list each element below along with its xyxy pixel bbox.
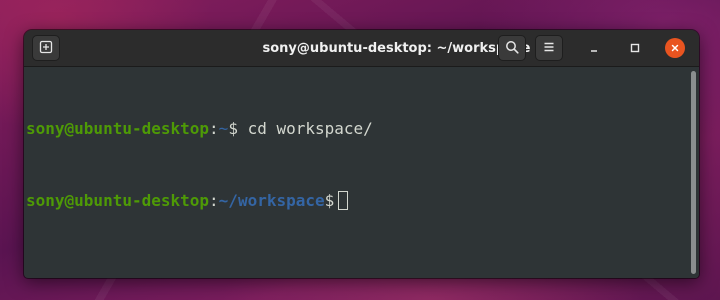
new-tab-button[interactable] (32, 35, 60, 61)
scrollbar-thumb[interactable] (691, 71, 696, 274)
prompt-symbol: $ (228, 119, 238, 138)
minimize-button[interactable] (584, 38, 604, 58)
minimize-icon (588, 39, 600, 58)
terminal-line: sony@ubuntu-desktop:~$ cd workspace/ (26, 117, 689, 141)
hamburger-menu-icon (542, 39, 556, 58)
search-icon (505, 39, 519, 58)
command-text: cd workspace/ (237, 119, 373, 138)
maximize-icon (629, 39, 641, 58)
terminal-output[interactable]: sony@ubuntu-desktop:~$ cd workspace/ son… (24, 67, 689, 278)
terminal-window: sony@ubuntu-desktop: ~/workspace sony@ub… (24, 30, 699, 278)
prompt-symbol: $ (324, 191, 335, 210)
prompt-path: ~ (218, 119, 229, 138)
title-bar[interactable]: sony@ubuntu-desktop: ~/workspace (24, 30, 699, 67)
prompt-colon: : (209, 119, 219, 138)
text-cursor (338, 191, 349, 210)
prompt-user-host: sony@ubuntu-desktop (26, 191, 210, 210)
close-icon (669, 39, 681, 58)
terminal-line: sony@ubuntu-desktop:~/workspace$ (26, 189, 689, 213)
new-tab-icon (39, 39, 53, 58)
prompt-user-host: sony@ubuntu-desktop (26, 119, 210, 138)
menu-button[interactable] (535, 35, 563, 61)
scrollbar[interactable] (687, 67, 699, 278)
maximize-button[interactable] (625, 38, 645, 58)
close-button[interactable] (665, 38, 685, 58)
prompt-colon: : (209, 191, 219, 210)
prompt-path: ~/workspace (218, 191, 325, 210)
search-button[interactable] (498, 35, 526, 61)
